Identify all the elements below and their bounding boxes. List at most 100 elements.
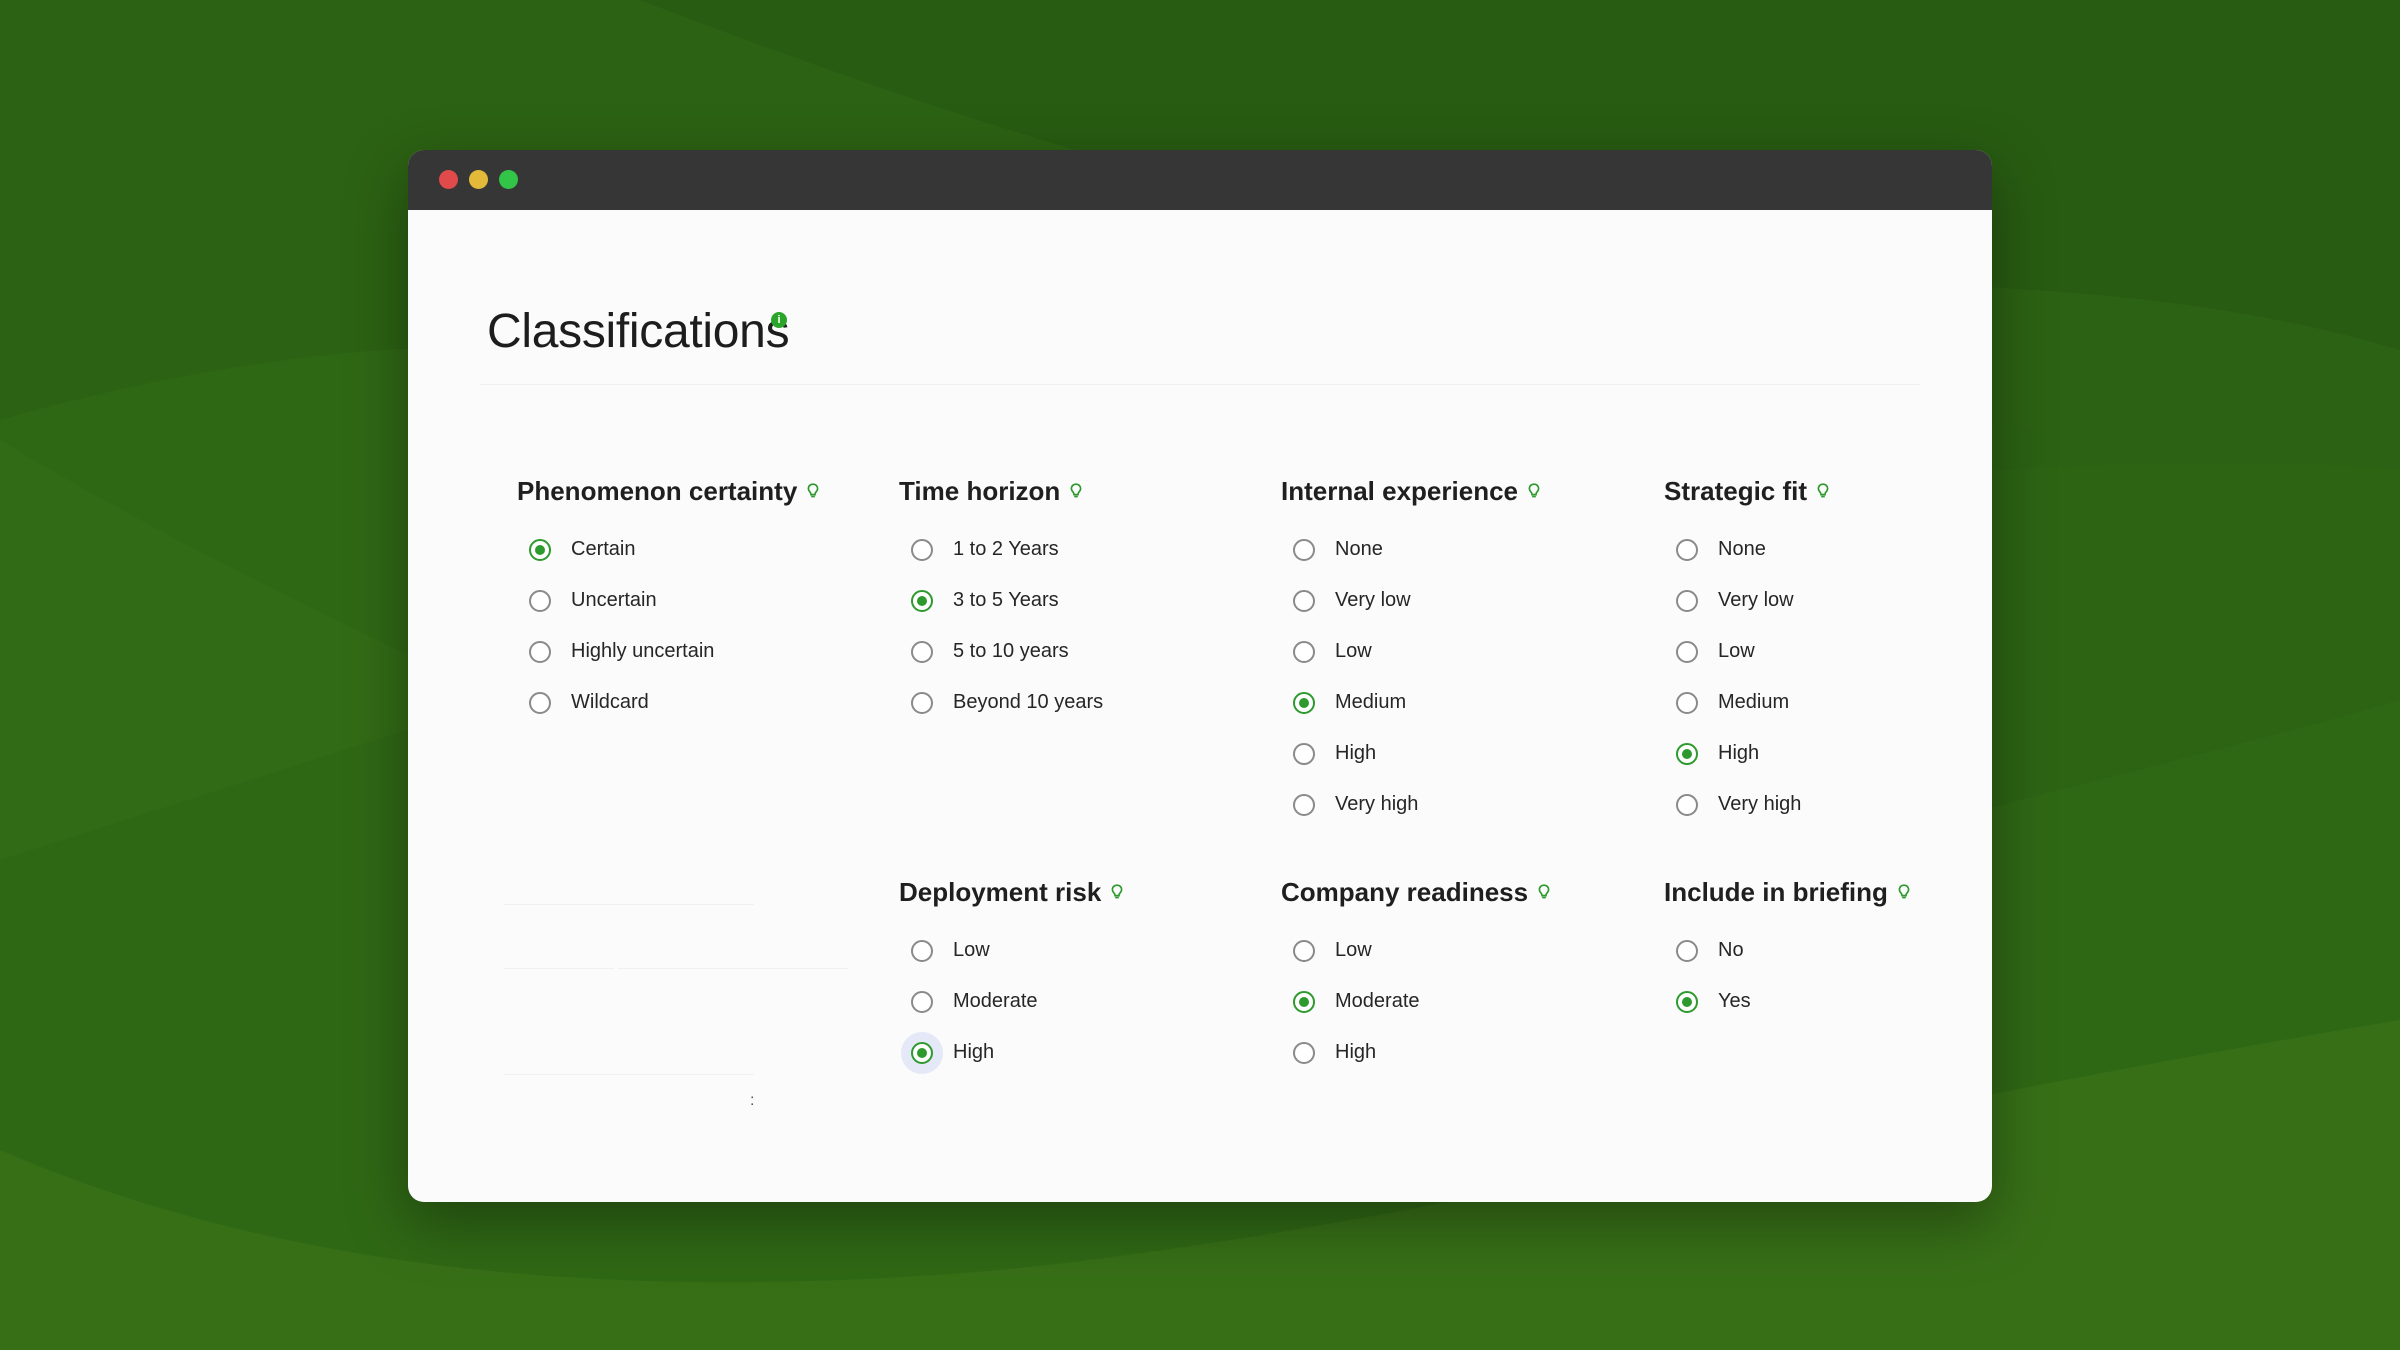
radio-button[interactable] bbox=[911, 589, 933, 612]
radio-button[interactable] bbox=[1293, 640, 1315, 663]
radio-option-moderate[interactable]: Moderate bbox=[1281, 976, 1552, 1027]
radio-button[interactable] bbox=[1676, 990, 1698, 1013]
radio-option-beyond-10-years[interactable]: Beyond 10 years bbox=[899, 677, 1103, 728]
radio-label: Very low bbox=[1335, 589, 1411, 611]
section-title: Company readiness bbox=[1281, 876, 1529, 907]
radio-option-5-to-10-years[interactable]: 5 to 10 years bbox=[899, 626, 1103, 677]
radio-button[interactable] bbox=[529, 589, 551, 612]
radio-option-very-low[interactable]: Very low bbox=[1664, 575, 1831, 626]
lightbulb-icon[interactable] bbox=[1896, 883, 1912, 901]
radio-button[interactable] bbox=[1293, 1041, 1315, 1064]
radio-button[interactable] bbox=[1293, 538, 1315, 561]
radio-button[interactable] bbox=[529, 691, 551, 714]
radio-option-no[interactable]: No bbox=[1664, 925, 1912, 976]
section-header: Time horizon bbox=[899, 474, 1103, 508]
radio-option-none[interactable]: None bbox=[1281, 524, 1542, 575]
radio-button[interactable] bbox=[1293, 990, 1315, 1013]
radio-option-high[interactable]: High bbox=[899, 1027, 1125, 1078]
radio-option-very-high[interactable]: Very high bbox=[1664, 779, 1831, 830]
close-window-button[interactable] bbox=[439, 170, 458, 189]
section-company-readiness: Company readiness Low Moderate High bbox=[1281, 875, 1552, 1078]
radio-option-high[interactable]: High bbox=[1281, 1027, 1552, 1078]
faint-divider bbox=[504, 1074, 754, 1075]
stray-text: : bbox=[750, 1092, 755, 1109]
lightbulb-icon[interactable] bbox=[1526, 482, 1542, 500]
radio-button[interactable] bbox=[911, 1041, 933, 1064]
radio-button[interactable] bbox=[529, 640, 551, 663]
radio-option-highly-uncertain[interactable]: Highly uncertain bbox=[517, 626, 821, 677]
radio-label: No bbox=[1718, 939, 1744, 961]
radio-button[interactable] bbox=[1293, 742, 1315, 765]
radio-label: Medium bbox=[1718, 691, 1790, 713]
section-header: Include in briefing bbox=[1664, 875, 1912, 909]
lightbulb-icon[interactable] bbox=[1109, 883, 1125, 901]
radio-label: Certain bbox=[571, 538, 636, 560]
radio-option-uncertain[interactable]: Uncertain bbox=[517, 575, 821, 626]
radio-label: Yes bbox=[1718, 990, 1751, 1012]
radio-button[interactable] bbox=[1676, 589, 1698, 612]
radio-button[interactable] bbox=[1676, 691, 1698, 714]
section-deployment-risk: Deployment risk Low Moderate High bbox=[899, 875, 1125, 1078]
radio-option-medium[interactable]: Medium bbox=[1281, 677, 1542, 728]
app-window: Classifications i Phenomenon certainty Ce… bbox=[408, 150, 1992, 1202]
section-title: Deployment risk bbox=[899, 876, 1102, 907]
radio-button[interactable] bbox=[911, 939, 933, 962]
minimize-window-button[interactable] bbox=[469, 170, 488, 189]
lightbulb-icon[interactable] bbox=[1536, 883, 1552, 901]
radio-label: High bbox=[1335, 742, 1377, 764]
radio-option-3-to-5-years[interactable]: 3 to 5 Years bbox=[899, 575, 1103, 626]
section-header: Internal experience bbox=[1281, 474, 1542, 508]
radio-label: Low bbox=[1335, 939, 1372, 961]
section-phenomenon-certainty: Phenomenon certainty Certain Uncertain High… bbox=[517, 474, 821, 728]
radio-option-low[interactable]: Low bbox=[1664, 626, 1831, 677]
info-badge-icon[interactable]: i bbox=[771, 312, 787, 328]
radio-group: Certain Uncertain Highly uncertain Wildcard bbox=[517, 524, 821, 728]
radio-option-none[interactable]: None bbox=[1664, 524, 1831, 575]
lightbulb-icon[interactable] bbox=[1815, 482, 1831, 500]
radio-option-medium[interactable]: Medium bbox=[1664, 677, 1831, 728]
radio-option-high[interactable]: High bbox=[1281, 728, 1542, 779]
radio-label: Very low bbox=[1718, 589, 1794, 611]
lightbulb-icon[interactable] bbox=[805, 482, 821, 500]
radio-group: 1 to 2 Years 3 to 5 Years 5 to 10 years Bey… bbox=[899, 524, 1103, 728]
window-titlebar bbox=[408, 150, 1992, 210]
radio-label: Very high bbox=[1335, 793, 1419, 815]
radio-button[interactable] bbox=[1293, 793, 1315, 816]
radio-label: 3 to 5 Years bbox=[953, 589, 1059, 611]
section-title: Phenomenon certainty bbox=[517, 475, 798, 506]
radio-button[interactable] bbox=[1293, 939, 1315, 962]
zoom-window-button[interactable] bbox=[499, 170, 518, 189]
radio-label: Wildcard bbox=[571, 691, 649, 713]
radio-label: None bbox=[1335, 538, 1383, 560]
radio-button[interactable] bbox=[911, 691, 933, 714]
radio-option-low[interactable]: Low bbox=[1281, 925, 1552, 976]
radio-option-high[interactable]: High bbox=[1664, 728, 1831, 779]
radio-button[interactable] bbox=[1676, 742, 1698, 765]
radio-button[interactable] bbox=[1676, 538, 1698, 561]
section-time-horizon: Time horizon 1 to 2 Years 3 to 5 Years 5 to… bbox=[899, 474, 1103, 728]
radio-option-yes[interactable]: Yes bbox=[1664, 976, 1912, 1027]
section-internal-experience: Internal experience None Very low Low Medium… bbox=[1281, 474, 1542, 830]
radio-button[interactable] bbox=[911, 538, 933, 561]
radio-option-certain[interactable]: Certain bbox=[517, 524, 821, 575]
radio-option-low[interactable]: Low bbox=[1281, 626, 1542, 677]
radio-group: None Very low Low Medium High Very high bbox=[1664, 524, 1831, 830]
radio-option-moderate[interactable]: Moderate bbox=[899, 976, 1125, 1027]
radio-button[interactable] bbox=[911, 990, 933, 1013]
radio-button[interactable] bbox=[1676, 939, 1698, 962]
radio-button[interactable] bbox=[911, 640, 933, 663]
radio-option-1-to-2-years[interactable]: 1 to 2 Years bbox=[899, 524, 1103, 575]
lightbulb-icon[interactable] bbox=[1068, 482, 1084, 500]
radio-button[interactable] bbox=[1676, 640, 1698, 663]
radio-button[interactable] bbox=[1293, 691, 1315, 714]
page-title: Classifications bbox=[487, 305, 790, 358]
radio-button[interactable] bbox=[1676, 793, 1698, 816]
radio-label: Moderate bbox=[953, 990, 1038, 1012]
radio-button[interactable] bbox=[529, 538, 551, 561]
radio-option-wildcard[interactable]: Wildcard bbox=[517, 677, 821, 728]
radio-option-low[interactable]: Low bbox=[899, 925, 1125, 976]
radio-option-very-low[interactable]: Very low bbox=[1281, 575, 1542, 626]
section-strategic-fit: Strategic fit None Very low Low Medium High Ve… bbox=[1664, 474, 1831, 830]
radio-option-very-high[interactable]: Very high bbox=[1281, 779, 1542, 830]
radio-button[interactable] bbox=[1293, 589, 1315, 612]
